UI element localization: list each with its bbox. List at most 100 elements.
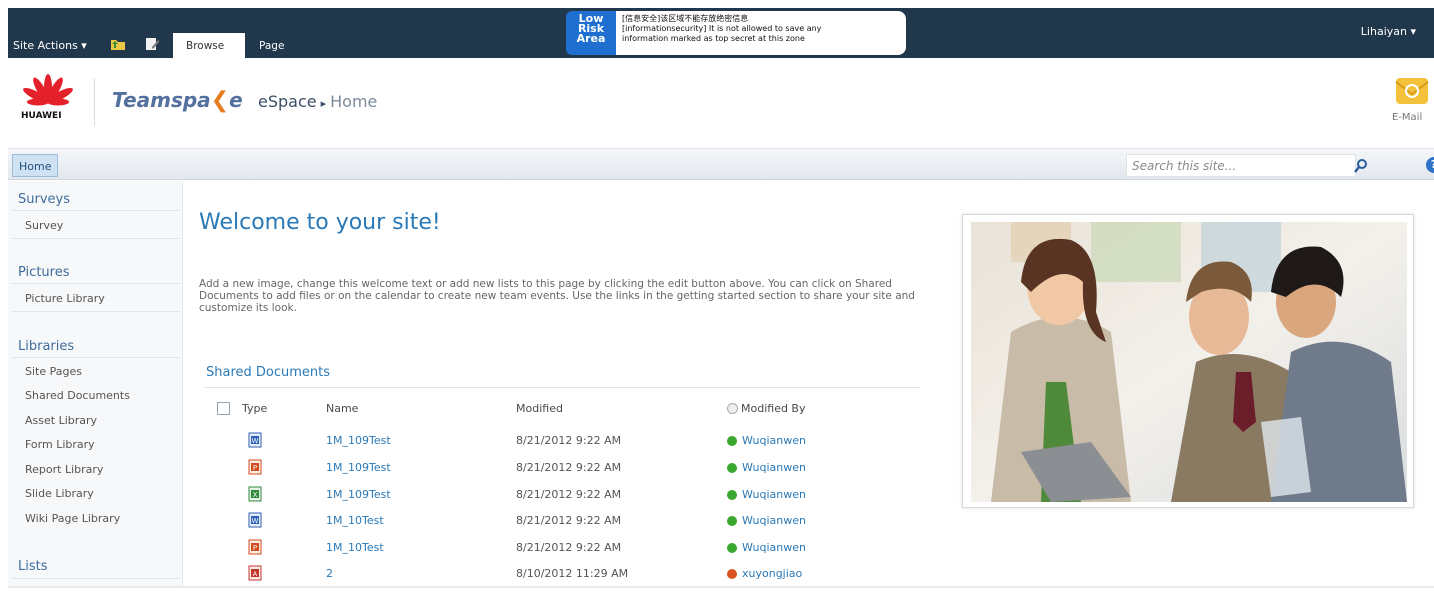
logo-divider [94,78,95,126]
risk-banner: Low Risk Area [信息安全]该区域不能存放绝密信息 [informa… [566,11,906,55]
logo-text: HUAWEI [21,111,62,121]
doc-modified-by-link[interactable]: xuyongjiao [742,567,802,580]
site-actions-menu[interactable]: Site Actions ▾ [13,39,87,52]
nav-item-picture-library[interactable]: Picture Library [25,292,105,305]
nav-divider [12,210,180,211]
teamspace-logo[interactable]: Teamspa❮e [112,88,243,113]
svg-text:W: W [252,437,259,445]
nav-divider [12,238,180,239]
risk-badge-line: Area [576,32,606,45]
presence-online-icon[interactable] [727,543,737,553]
risk-message-cn: [信息安全]该区域不能存放绝密信息 [622,14,749,23]
breadcrumb: eSpace ▸ Home [258,92,377,111]
folder-up-icon[interactable] [110,37,126,51]
doc-name-link[interactable]: 1M_10Test [326,541,384,554]
powerpoint-doc-icon[interactable]: P [248,539,262,555]
column-header-modified-by[interactable]: Modified By [727,402,806,415]
presence-online-icon[interactable] [727,463,737,473]
table-row[interactable]: P 1M_109Test 8/21/2012 9:22 AM Wuqianwen [0,455,930,479]
svg-text:P: P [253,544,257,552]
nav-heading-pictures[interactable]: Pictures [18,265,69,280]
title-area: HUAWEI Teamspa❮e eSpace ▸ Home E-Mail [8,58,1434,148]
email-icon [1395,78,1429,104]
page-bottom-border [8,586,1434,588]
doc-modified: 8/10/2012 11:29 AM [516,567,629,580]
teamspace-suffix: e [229,88,243,112]
teamspace-prefix: Teamspa [112,88,211,112]
pdf-doc-icon[interactable]: A [248,565,262,581]
tab-browse[interactable]: Browse [173,33,245,58]
presence-busy-icon[interactable] [727,569,737,579]
risk-message-line: [informationsecurity] It is not allowed … [622,24,822,33]
welcome-image-frame [962,214,1414,508]
table-row[interactable]: W 1M_10Test 8/21/2012 9:22 AM Wuqianwen [0,508,930,532]
search-icon[interactable] [1354,158,1368,173]
email-label: E-Mail [1392,112,1423,123]
excel-doc-icon[interactable]: X [248,486,262,502]
section-divider [204,387,920,388]
column-header-modified[interactable]: Modified [516,402,563,415]
doc-modified: 8/21/2012 9:22 AM [516,434,622,447]
nav-home[interactable]: Home [12,154,59,177]
presence-online-icon[interactable] [727,490,737,500]
shared-documents-title[interactable]: Shared Documents [206,365,330,380]
table-row[interactable]: X 1M_109Test 8/21/2012 9:22 AM Wuqianwen [0,482,930,506]
doc-modified: 8/21/2012 9:22 AM [516,514,622,527]
doc-modified-by-link[interactable]: Wuqianwen [742,488,806,501]
doc-modified-by-link[interactable]: Wuqianwen [742,514,806,527]
presence-online-icon[interactable] [727,436,737,446]
table-row[interactable]: P 1M_10Test 8/21/2012 9:22 AM Wuqianwen [0,535,930,559]
svg-text:P: P [253,464,257,472]
help-icon[interactable]: ? [1426,157,1434,173]
doc-modified-by-link[interactable]: Wuqianwen [742,434,806,447]
welcome-text: Add a new image, change this welcome tex… [199,278,915,314]
column-header-name[interactable]: Name [326,402,358,415]
doc-name-link[interactable]: 1M_10Test [326,514,384,527]
nav-divider [12,283,180,284]
presence-online-icon[interactable] [727,516,737,526]
table-row[interactable]: A 2 8/10/2012 11:29 AM xuyongjiao [0,561,930,585]
column-header-modified-by-label: Modified By [741,402,806,415]
doc-name-link[interactable]: 1M_109Test [326,488,391,501]
word-doc-icon[interactable]: W [248,432,262,448]
risk-message-line: information marked as top secret at this… [622,34,805,43]
column-header-type[interactable]: Type [242,402,267,415]
select-all-checkbox[interactable] [217,402,230,415]
word-doc-icon[interactable]: W [248,512,262,528]
user-menu[interactable]: Lihaiyan ▾ [1361,25,1416,38]
svg-text:A: A [253,570,258,578]
nav-item-site-pages[interactable]: Site Pages [25,365,82,378]
ribbon: Site Actions ▾ Browse Page Low Risk Area… [8,8,1434,58]
doc-name-link[interactable]: 1M_109Test [326,461,391,474]
email-button[interactable]: E-Mail [1390,72,1434,128]
nav-item-shared-documents[interactable]: Shared Documents [25,389,130,402]
doc-name-link[interactable]: 1M_109Test [326,434,391,447]
nav-item-asset-library[interactable]: Asset Library [25,414,97,427]
nav-heading-surveys[interactable]: Surveys [18,192,70,207]
nav-divider [12,357,180,358]
top-nav: Home Search this site... ? [8,148,1434,180]
search-input[interactable]: Search this site... [1126,154,1356,177]
svg-text:X: X [253,491,258,499]
nav-divider [12,311,180,312]
nav-item-survey[interactable]: Survey [25,219,63,232]
doc-modified: 8/21/2012 9:22 AM [516,461,622,474]
nav-heading-libraries[interactable]: Libraries [18,339,74,354]
breadcrumb-site[interactable]: eSpace [258,92,317,111]
doc-modified-by-link[interactable]: Wuqianwen [742,541,806,554]
svg-text:W: W [252,517,259,525]
risk-message: [信息安全]该区域不能存放绝密信息 [informationsecurity] … [616,11,906,55]
page-title: Welcome to your site! [199,210,441,235]
powerpoint-doc-icon[interactable]: P [248,459,262,475]
doc-modified-by-link[interactable]: Wuqianwen [742,461,806,474]
table-row[interactable]: W 1M_109Test 8/21/2012 9:22 AM Wuqianwen [0,428,930,452]
presence-header-icon [727,403,738,414]
doc-modified: 8/21/2012 9:22 AM [516,541,622,554]
swirl-icon: ❮ [210,88,230,113]
edit-page-icon[interactable] [144,37,160,51]
doc-name-link[interactable]: 2 [326,567,333,580]
welcome-photo [971,222,1407,502]
tab-page[interactable]: Page [246,33,297,58]
breadcrumb-arrow-icon: ▸ [320,97,327,110]
doc-modified: 8/21/2012 9:22 AM [516,488,622,501]
